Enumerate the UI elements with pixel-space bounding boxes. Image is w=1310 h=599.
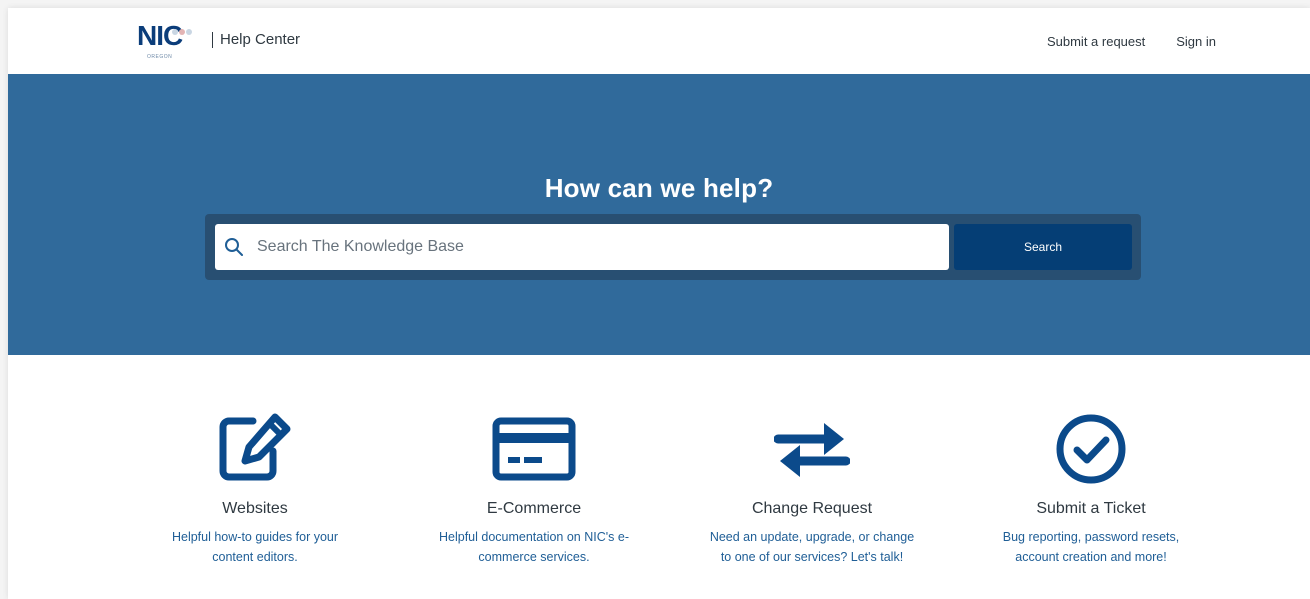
- category-description: Helpful documentation on NIC's e- commer…: [414, 527, 654, 567]
- header-nav: Submit a request Sign in: [1047, 34, 1216, 49]
- edit-icon: [219, 413, 291, 481]
- category-description-line: Bug reporting, password resets,: [1002, 530, 1180, 544]
- category-description-line: Helpful how-to guides for your: [171, 530, 339, 544]
- category-description-line: commerce services.: [478, 550, 590, 564]
- category-title: Change Request: [751, 500, 873, 517]
- search-button[interactable]: Search: [954, 224, 1132, 270]
- category-description-line: to one of our services? Let's talk!: [720, 550, 904, 564]
- logo-subtext: OREGON: [147, 54, 173, 60]
- category-description: Helpful how-to guides for your content e…: [135, 527, 375, 567]
- search-icon: [225, 238, 243, 256]
- submit-request-link[interactable]: Submit a request: [1047, 34, 1145, 49]
- check-circle-icon: [1056, 414, 1126, 484]
- nic-oregon-logo[interactable]: NIC OREGON: [137, 18, 197, 68]
- header-divider: [212, 32, 213, 48]
- category-description: Bug reporting, password resets, account …: [971, 527, 1211, 567]
- category-title: E-Commerce: [486, 500, 582, 517]
- hero-section: How can we help? Search: [8, 74, 1310, 355]
- credit-card-icon: [492, 417, 576, 481]
- category-title: Submit a Ticket: [1036, 500, 1146, 517]
- category-blocks: Websites Helpful how-to guides for your …: [8, 355, 1310, 599]
- category-description-line: content editors.: [212, 550, 298, 564]
- search-field-container: [215, 224, 949, 270]
- category-description-line: Helpful documentation on NIC's e-: [439, 530, 629, 544]
- help-center-window: NIC OREGON Help Center Submit a request …: [8, 8, 1310, 599]
- exchange-arrows-icon: [774, 423, 850, 477]
- site-header: NIC OREGON Help Center Submit a request …: [8, 8, 1310, 74]
- category-description-line: account creation and more!: [1015, 550, 1167, 564]
- category-description: Need an update, upgrade, or change to on…: [692, 527, 932, 567]
- help-center-title[interactable]: Help Center: [220, 31, 300, 48]
- category-title: Websites: [222, 500, 288, 517]
- sign-in-link[interactable]: Sign in: [1176, 34, 1216, 49]
- category-description-line: Need an update, upgrade, or change: [709, 530, 915, 544]
- search-bar: Search: [205, 214, 1141, 280]
- search-input[interactable]: [257, 224, 937, 270]
- logo-dots: [172, 22, 194, 35]
- hero-title: How can we help?: [544, 173, 774, 203]
